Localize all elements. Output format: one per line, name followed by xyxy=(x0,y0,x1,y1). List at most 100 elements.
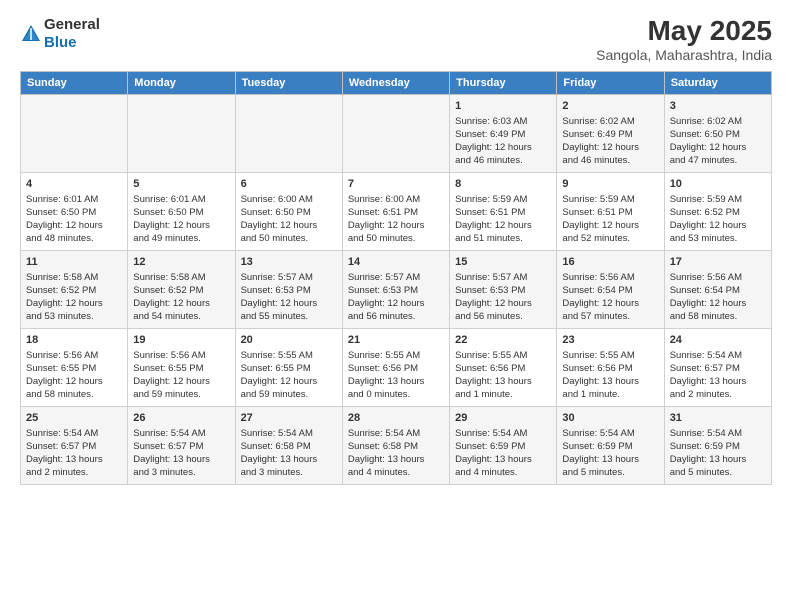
weekday-header: Tuesday xyxy=(235,71,342,94)
day-number: 14 xyxy=(348,255,444,270)
day-info: Sunrise: 5:58 AM xyxy=(26,272,122,285)
day-info: Daylight: 13 hours xyxy=(562,454,658,467)
day-info: Sunrise: 5:59 AM xyxy=(455,194,551,207)
page: General Blue May 2025 Sangola, Maharasht… xyxy=(0,0,792,612)
calendar-cell: 14 Sunrise: 5:57 AMSunset: 6:53 PMDayligh… xyxy=(342,250,449,328)
day-info: Daylight: 13 hours xyxy=(562,376,658,389)
day-number: 4 xyxy=(26,177,122,192)
day-number: 23 xyxy=(562,333,658,348)
day-number: 15 xyxy=(455,255,551,270)
day-info: Sunrise: 5:57 AM xyxy=(348,272,444,285)
calendar-cell: 28Sunrise: 5:54 AMSunset: 6:58 PMDayligh… xyxy=(342,406,449,484)
day-info: Sunrise: 5:57 AM xyxy=(455,272,551,285)
day-info: Daylight: 12 hours xyxy=(26,376,122,389)
day-number: 28 xyxy=(348,411,444,426)
day-info: and 59 minutes. xyxy=(241,389,337,402)
calendar-cell: 1Sunrise: 6:03 AMSunset: 6:49 PMDaylight… xyxy=(450,94,557,172)
day-number: 26 xyxy=(133,411,229,426)
day-info: Sunset: 6:51 PM xyxy=(562,207,658,220)
day-info: and 52 minutes. xyxy=(562,233,658,246)
calendar-cell: 15Sunrise: 5:57 AMSunset: 6:53 PMDayligh… xyxy=(450,250,557,328)
day-number: 20 xyxy=(241,333,337,348)
day-number: 25 xyxy=(26,411,122,426)
day-info: Daylight: 13 hours xyxy=(241,454,337,467)
calendar-cell: 2Sunrise: 6:02 AMSunset: 6:49 PMDaylight… xyxy=(557,94,664,172)
day-info: Sunset: 6:57 PM xyxy=(133,441,229,454)
calendar-cell: 4Sunrise: 6:01 AMSunset: 6:50 PMDaylight… xyxy=(21,172,128,250)
calendar-cell xyxy=(21,94,128,172)
calendar-cell: 31Sunrise: 5:54 AMSunset: 6:59 PMDayligh… xyxy=(664,406,771,484)
calendar-cell: 7Sunrise: 6:00 AMSunset: 6:51 PMDaylight… xyxy=(342,172,449,250)
day-info: and 48 minutes. xyxy=(26,233,122,246)
weekday-header: Monday xyxy=(128,71,235,94)
day-number: 8 xyxy=(455,177,551,192)
day-info: Sunset: 6:52 PM xyxy=(670,207,766,220)
day-info: and 50 minutes. xyxy=(241,233,337,246)
day-info: Sunset: 6:59 PM xyxy=(670,441,766,454)
day-info: Sunset: 6:49 PM xyxy=(455,129,551,142)
day-number: 29 xyxy=(455,411,551,426)
logo-icon xyxy=(20,23,42,45)
calendar-week-row: 1Sunrise: 6:03 AMSunset: 6:49 PMDaylight… xyxy=(21,94,772,172)
day-info: Sunset: 6:55 PM xyxy=(133,363,229,376)
day-info: Sunset: 6:57 PM xyxy=(670,363,766,376)
calendar-week-row: 4Sunrise: 6:01 AMSunset: 6:50 PMDaylight… xyxy=(21,172,772,250)
day-info: and 58 minutes. xyxy=(26,389,122,402)
day-number: 3 xyxy=(670,99,766,114)
day-info: Sunrise: 5:56 AM xyxy=(562,272,658,285)
day-number: 12 xyxy=(133,255,229,270)
day-number: 11 xyxy=(26,255,122,270)
calendar-week-row: 18Sunrise: 5:56 AMSunset: 6:55 PMDayligh… xyxy=(21,328,772,406)
day-info: Sunrise: 5:56 AM xyxy=(26,350,122,363)
day-number: 31 xyxy=(670,411,766,426)
day-info: Sunrise: 5:58 AM xyxy=(133,272,229,285)
logo-text: General Blue xyxy=(44,16,100,52)
day-info: Sunrise: 6:01 AM xyxy=(26,194,122,207)
weekday-header: Sunday xyxy=(21,71,128,94)
day-info: Sunset: 6:53 PM xyxy=(348,285,444,298)
day-info: and 54 minutes. xyxy=(133,311,229,324)
calendar-cell: 10Sunrise: 5:59 AMSunset: 6:52 PMDayligh… xyxy=(664,172,771,250)
day-info: Daylight: 12 hours xyxy=(26,298,122,311)
day-info: Sunrise: 5:55 AM xyxy=(562,350,658,363)
day-info: Daylight: 12 hours xyxy=(133,298,229,311)
day-info: Sunset: 6:49 PM xyxy=(562,129,658,142)
header-row: SundayMondayTuesdayWednesdayThursdayFrid… xyxy=(21,71,772,94)
day-info: Sunrise: 5:54 AM xyxy=(26,428,122,441)
day-info: and 58 minutes. xyxy=(670,311,766,324)
day-number: 30 xyxy=(562,411,658,426)
calendar-cell: 18Sunrise: 5:56 AMSunset: 6:55 PMDayligh… xyxy=(21,328,128,406)
day-info: Daylight: 12 hours xyxy=(455,298,551,311)
day-number: 21 xyxy=(348,333,444,348)
day-info: Daylight: 12 hours xyxy=(133,220,229,233)
day-number: 27 xyxy=(241,411,337,426)
day-info: and 53 minutes. xyxy=(670,233,766,246)
calendar-table: SundayMondayTuesdayWednesdayThursdayFrid… xyxy=(20,71,772,485)
day-info: and 1 minute. xyxy=(562,389,658,402)
day-info: Daylight: 12 hours xyxy=(348,220,444,233)
logo-blue: Blue xyxy=(44,34,77,51)
day-info: Daylight: 12 hours xyxy=(670,220,766,233)
day-info: Sunrise: 6:02 AM xyxy=(562,116,658,129)
day-info: Sunset: 6:59 PM xyxy=(562,441,658,454)
day-info: and 56 minutes. xyxy=(348,311,444,324)
day-info: Daylight: 12 hours xyxy=(670,142,766,155)
day-info: and 3 minutes. xyxy=(241,467,337,480)
weekday-header: Thursday xyxy=(450,71,557,94)
day-number: 10 xyxy=(670,177,766,192)
day-number: 17 xyxy=(670,255,766,270)
day-info: Sunset: 6:59 PM xyxy=(455,441,551,454)
day-info: and 46 minutes. xyxy=(562,155,658,168)
day-info: Daylight: 12 hours xyxy=(348,298,444,311)
day-info: Sunrise: 5:56 AM xyxy=(670,272,766,285)
day-info: Daylight: 13 hours xyxy=(455,454,551,467)
calendar-week-row: 11Sunrise: 5:58 AMSunset: 6:52 PMDayligh… xyxy=(21,250,772,328)
day-info: and 57 minutes. xyxy=(562,311,658,324)
day-info: Sunset: 6:51 PM xyxy=(348,207,444,220)
calendar-cell: 30Sunrise: 5:54 AMSunset: 6:59 PMDayligh… xyxy=(557,406,664,484)
day-number: 1 xyxy=(455,99,551,114)
calendar-cell: 3Sunrise: 6:02 AMSunset: 6:50 PMDaylight… xyxy=(664,94,771,172)
day-number: 22 xyxy=(455,333,551,348)
header: General Blue May 2025 Sangola, Maharasht… xyxy=(20,16,772,63)
day-info: and 53 minutes. xyxy=(26,311,122,324)
